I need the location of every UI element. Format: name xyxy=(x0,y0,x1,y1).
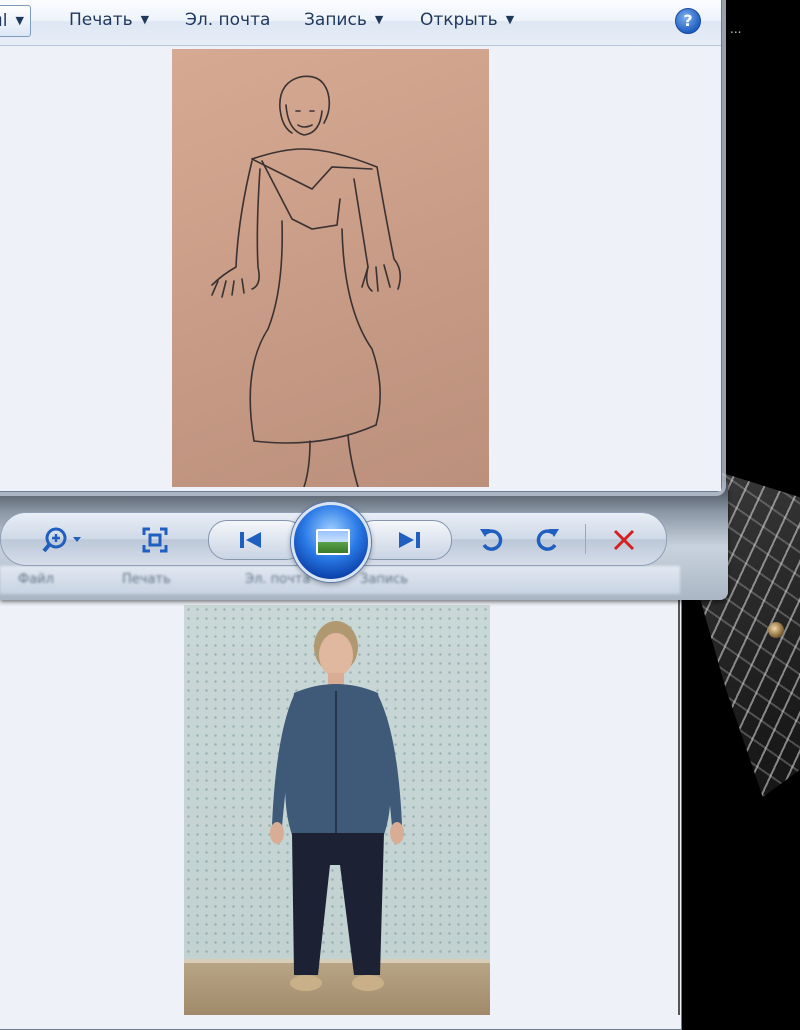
chevron-down-icon: ▼ xyxy=(374,13,384,26)
burn-menu-button[interactable]: Запись ▼ xyxy=(304,9,383,31)
toolbar-divider xyxy=(585,524,586,554)
chevron-down-icon: ▼ xyxy=(140,13,150,26)
print-menu-label: Печать xyxy=(69,10,133,30)
chevron-down-icon: ▼ xyxy=(15,14,24,27)
delete-icon xyxy=(613,529,635,551)
burn-menu-label: Запись xyxy=(304,10,367,30)
ghost-file-label: Файл xyxy=(18,572,54,587)
search-zoom-icon xyxy=(42,527,81,553)
delete-button[interactable] xyxy=(604,520,644,558)
ghost-burn-label: Запись xyxy=(360,572,409,587)
file-menu-label: ıl xyxy=(0,11,8,31)
rotate-right-button[interactable] xyxy=(528,520,568,558)
zoom-button[interactable] xyxy=(40,520,81,558)
rotate-left-button[interactable] xyxy=(471,520,511,558)
window-border xyxy=(678,594,680,1015)
ghost-email-label: Эл. почта xyxy=(245,572,311,587)
print-menu-button[interactable]: Печать ▼ xyxy=(69,9,149,31)
next-button[interactable] xyxy=(390,520,430,558)
chevron-down-icon: ▼ xyxy=(505,13,515,26)
open-menu-label: Открыть xyxy=(420,10,498,30)
command-bar: ıl ▼ Печать ▼ Эл. почта Запись ▼ Открыть ▼ ? xyxy=(0,0,721,46)
open-menu-button[interactable]: Открыть ▼ xyxy=(420,9,514,31)
photo-drawing xyxy=(172,49,489,487)
person-figure xyxy=(270,621,404,991)
pencil-drawing-figure xyxy=(211,75,402,487)
wallpaper-detail xyxy=(768,622,784,638)
file-menu-button[interactable]: ıl ▼ xyxy=(0,5,31,37)
actual-size-button[interactable] xyxy=(135,520,175,558)
photo-person xyxy=(184,605,490,1015)
previous-button[interactable] xyxy=(230,520,270,558)
slideshow-icon xyxy=(316,529,350,555)
rotate-left-icon xyxy=(480,529,503,551)
photo-viewer-window: ıl ▼ Печать ▼ Эл. почта Запись ▼ Открыть ▼ ? xyxy=(0,0,722,492)
email-label: Эл. почта xyxy=(185,10,271,30)
next-icon xyxy=(399,532,420,548)
actual-size-icon xyxy=(142,527,168,553)
ghost-print-label: Печать xyxy=(122,572,171,587)
rotate-right-icon xyxy=(536,529,559,551)
desktop-edge-text: ... xyxy=(730,22,742,36)
previous-icon xyxy=(240,532,261,548)
help-button[interactable]: ? xyxy=(675,8,701,34)
email-button[interactable]: Эл. почта xyxy=(185,9,270,31)
slideshow-button[interactable] xyxy=(291,502,371,582)
help-icon: ? xyxy=(683,11,693,30)
